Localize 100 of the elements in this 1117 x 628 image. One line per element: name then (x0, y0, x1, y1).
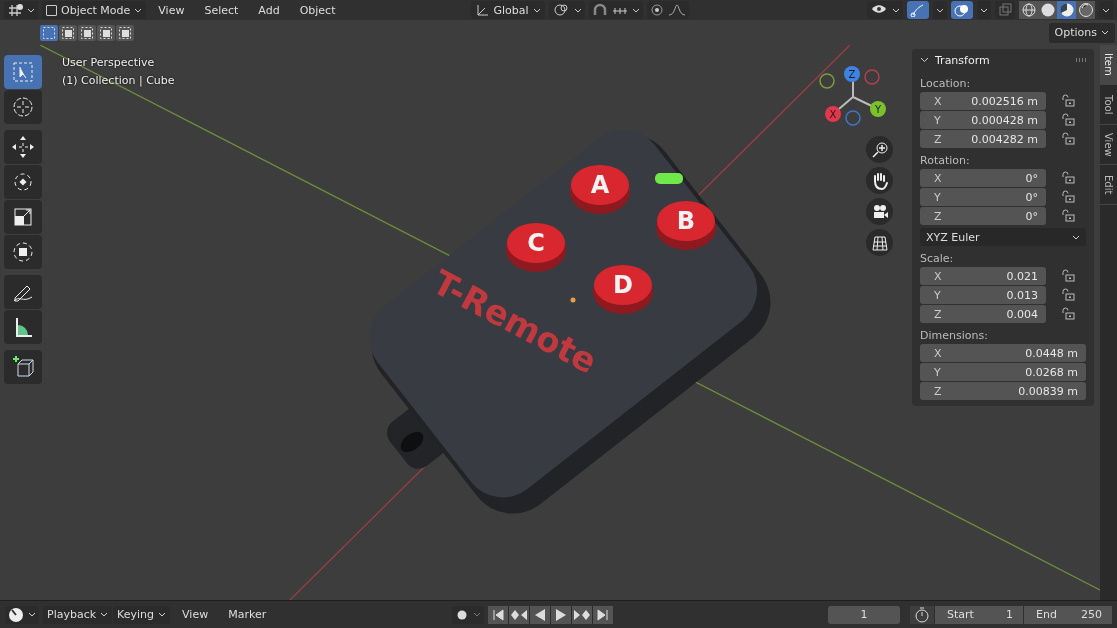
shading-dropdown[interactable] (1099, 1, 1113, 19)
number-field[interactable]: Y 0° (920, 188, 1046, 206)
selection-mode-button[interactable] (59, 24, 77, 41)
pivot-dropdown[interactable] (548, 1, 585, 19)
gizmo-dropdown[interactable] (933, 1, 947, 19)
tool-button[interactable] (4, 200, 42, 234)
shading-mode-button[interactable] (1038, 1, 1057, 19)
tool-button[interactable] (4, 350, 42, 384)
gizmo-toggle[interactable] (907, 1, 929, 19)
unlocked-padlock-icon[interactable] (1060, 269, 1076, 283)
unlocked-padlock-icon[interactable] (1060, 307, 1076, 321)
chevron-down-icon (100, 612, 109, 617)
number-field[interactable]: Y 0.0268 m (920, 363, 1086, 381)
selection-mode-button[interactable] (97, 24, 115, 41)
preview-range-button[interactable] (910, 605, 934, 624)
orientation-dropdown[interactable]: Global (471, 1, 545, 19)
jump-to-end-button[interactable] (593, 605, 614, 624)
shading-mode-button[interactable] (1019, 1, 1038, 19)
solid-sphere-icon (1039, 2, 1056, 18)
camera-view-button[interactable] (866, 198, 893, 225)
snap-dropdown[interactable] (588, 1, 643, 19)
chevron-down-icon (892, 7, 900, 13)
chevron-down-icon (158, 612, 167, 617)
jump-to-start-button[interactable] (488, 605, 509, 624)
tool-button[interactable] (4, 275, 42, 309)
selection-mode-button[interactable] (78, 24, 96, 41)
axes-icon (475, 3, 490, 17)
crosshair-icon (11, 95, 35, 119)
chevron-down-icon (936, 7, 944, 13)
number-field[interactable]: X 0.0448 m (920, 344, 1086, 362)
overlays-toggle[interactable] (951, 1, 973, 19)
editor-type-button[interactable] (5, 605, 39, 624)
mode-dropdown[interactable]: Object Mode (42, 1, 147, 19)
end-frame-field[interactable]: End 250 (1024, 605, 1112, 624)
unlocked-padlock-icon[interactable] (1060, 209, 1076, 223)
menu-item[interactable]: View (174, 605, 217, 624)
current-frame-field[interactable]: 1 (828, 605, 900, 624)
previous-keyframe-button[interactable] (509, 605, 530, 624)
unlocked-padlock-icon[interactable] (1060, 190, 1076, 204)
menu-dropdown[interactable]: Keying (113, 605, 171, 624)
overlays-dropdown[interactable] (977, 1, 991, 19)
xray-toggle[interactable] (995, 1, 1015, 19)
unlocked-padlock-icon[interactable] (1060, 132, 1076, 146)
menu-dropdown[interactable]: Playback (43, 605, 113, 624)
tool-button[interactable] (4, 130, 42, 164)
gizmo-axis-label: Y (874, 104, 882, 115)
shading-mode-button[interactable] (1057, 1, 1076, 19)
number-field[interactable]: Z 0.00839 m (920, 382, 1086, 400)
start-frame-field[interactable]: Start 1 (935, 605, 1023, 624)
selection-mode-icon (80, 25, 94, 40)
zoom-button[interactable] (866, 136, 893, 163)
stopwatch-icon (914, 606, 930, 623)
menu-item[interactable]: Marker (220, 605, 275, 624)
projection-button[interactable] (866, 229, 893, 256)
shading-mode-button[interactable] (1076, 1, 1095, 19)
unlocked-padlock-icon[interactable] (1060, 113, 1076, 127)
rotation-mode-dropdown[interactable]: XYZ Euler (920, 228, 1086, 246)
menu-item[interactable]: View (150, 1, 193, 19)
section-label: Rotation: (920, 154, 971, 167)
number-field[interactable]: X 0.002516 m (920, 92, 1046, 110)
selection-mode-button[interactable] (40, 24, 58, 41)
unlocked-padlock-icon[interactable] (1060, 288, 1076, 302)
number-field[interactable]: Z 0.004 (920, 305, 1046, 323)
play-button[interactable] (551, 605, 572, 624)
skip-forward-icon (596, 608, 611, 621)
options-dropdown[interactable]: Options (1048, 22, 1115, 43)
drag-grip-icon[interactable] (1076, 58, 1086, 62)
next-keyframe-button[interactable] (572, 605, 593, 624)
number-field[interactable]: X 0° (920, 169, 1046, 187)
number-field[interactable]: X 0.021 (920, 267, 1046, 285)
unlocked-padlock-icon[interactable] (1060, 171, 1076, 185)
tool-button[interactable] (4, 235, 42, 269)
play-reverse-button[interactable] (530, 605, 551, 624)
overlays-icon (954, 3, 970, 17)
chevron-down-icon (134, 7, 143, 13)
proportional-editing-dropdown[interactable] (646, 1, 689, 19)
previous-keyframe-icon (510, 608, 529, 621)
unlocked-padlock-icon[interactable] (1060, 94, 1076, 108)
editor-type-button[interactable] (4, 1, 38, 19)
add-cube-icon (11, 355, 35, 379)
menu-item[interactable]: Add (250, 1, 288, 19)
record-button[interactable] (452, 605, 485, 624)
section-label: Dimensions: (920, 329, 989, 342)
sidebar-tab[interactable]: Item (1100, 45, 1117, 85)
pan-button[interactable] (866, 167, 893, 194)
menu-item[interactable]: Object (291, 1, 344, 19)
chevron-down-icon (532, 7, 541, 13)
tool-button[interactable] (4, 165, 42, 199)
number-field[interactable]: Z 0° (920, 207, 1046, 225)
select-box-icon (11, 60, 35, 84)
number-field[interactable]: Y 0.000428 m (920, 111, 1046, 129)
tool-button[interactable] (4, 310, 42, 344)
number-field[interactable]: Y 0.013 (920, 286, 1046, 304)
selection-mode-button[interactable] (116, 24, 134, 41)
section-label: Location: (920, 77, 972, 90)
number-field[interactable]: Z 0.004282 m (920, 130, 1046, 148)
tool-button[interactable] (4, 90, 42, 124)
chevron-down-icon[interactable] (920, 57, 929, 63)
menu-item[interactable]: Select (196, 1, 247, 19)
visibility-dropdown[interactable] (867, 1, 903, 19)
